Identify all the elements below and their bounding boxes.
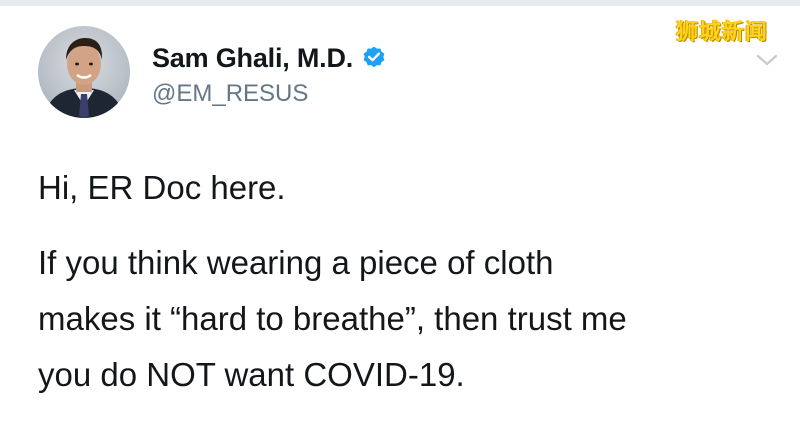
tweet-body-line: makes it “hard to breathe”, then trust m… [38, 300, 627, 337]
top-divider [0, 0, 800, 6]
tweet-body-line: If you think wearing a piece of cloth [38, 244, 554, 281]
tweet-body-line: Hi, ER Doc here. [38, 169, 286, 206]
profile-photo-icon [44, 38, 124, 118]
author-name-row: Sam Ghali, M.D. [152, 40, 387, 76]
tweet-screenshot: 狮城新闻 Sam Ghali, M.D. @EM_RESUS Hi, ER Do… [0, 0, 800, 440]
watermark-text: 狮城新闻 [676, 20, 769, 45]
verified-badge-icon [361, 45, 387, 71]
chevron-down-icon[interactable] [752, 50, 782, 70]
tweet-body-line: you do NOT want COVID-19. [38, 356, 465, 393]
author-handle[interactable]: @EM_RESUS [152, 80, 308, 108]
avatar[interactable] [38, 26, 130, 118]
author-display-name[interactable]: Sam Ghali, M.D. [152, 43, 353, 74]
tweet-body-paragraph: If you think wearing a piece of cloth ma… [38, 235, 627, 403]
